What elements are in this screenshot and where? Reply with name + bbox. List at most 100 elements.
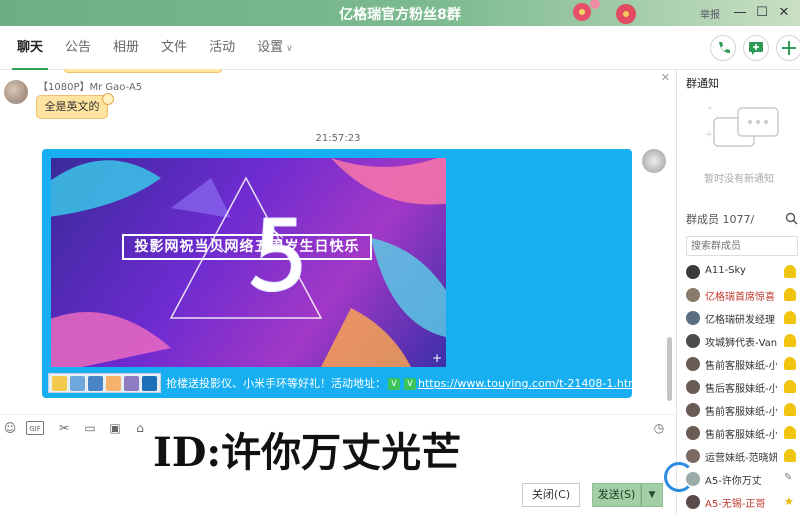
overlay-caption: ID:许你万丈光芒 (153, 429, 462, 476)
member-badge-icon (784, 265, 796, 278)
maximize-icon[interactable]: ☐ (752, 3, 772, 23)
window-title: 亿格瑞官方粉丝8群 (339, 7, 461, 23)
screen-icon[interactable]: ⌂ (133, 421, 147, 435)
member-badge-icon (784, 426, 796, 439)
close-button[interactable]: 关闭(C) (522, 483, 580, 507)
panel-divider (676, 70, 677, 514)
avatar (686, 380, 700, 394)
chat-area: ✕ 【1080P】Mr Gao-A5 全是英文的 21:57:23 + 投影网祝… (0, 69, 676, 409)
banner-caption: 投影网祝当贝网络五周岁生日快乐 (122, 234, 372, 260)
list-item[interactable]: 售前客服妹纸-小 (678, 399, 800, 422)
minimize-icon[interactable]: — (730, 3, 750, 23)
member-name: 售前客服妹纸-小 (705, 430, 777, 441)
member-name: A5-许你万丈 (705, 476, 762, 487)
avatar[interactable] (4, 80, 28, 104)
tab-album[interactable]: 相册 (102, 26, 150, 70)
favorite-icon[interactable] (142, 376, 157, 391)
phone-button[interactable] (710, 35, 736, 61)
send-button[interactable]: 发送(S) (592, 483, 641, 507)
more-button[interactable] (776, 35, 800, 61)
notice-text: 抢楼送投影仪、小米手环等好礼！活动地址： (166, 377, 386, 390)
avatar (686, 265, 700, 279)
list-item[interactable]: 攻城狮代表-Van (678, 330, 800, 353)
member-name: 亿格瑞首席惊喜 (705, 292, 775, 303)
image-quick-toolbar (48, 373, 161, 393)
member-name: 亿格瑞研发经理 (705, 315, 775, 326)
empty-notice-icon (706, 106, 779, 147)
search-icon[interactable] (785, 212, 798, 225)
bubble-decoration-icon (102, 93, 114, 105)
expand-icon[interactable]: + (432, 351, 442, 365)
image-icon[interactable]: ▣ (108, 421, 122, 435)
emoji-icon[interactable]: ☺ (3, 421, 17, 435)
member-badge-icon (784, 403, 796, 416)
avatar (686, 288, 700, 302)
message-notice: 抢楼送投影仪、小米手环等好礼！活动地址： V Vhttps://www.touyin… (166, 375, 642, 391)
history-clock-icon[interactable]: ◷ (652, 421, 666, 435)
member-badge-icon (784, 449, 796, 462)
promo-banner-image[interactable]: + (51, 158, 446, 367)
avatar (686, 495, 700, 509)
list-item[interactable]: 亿格瑞首席惊喜 (678, 284, 800, 307)
check-badge-icon: V (388, 378, 400, 390)
avatar (686, 403, 700, 417)
activity-link[interactable]: https://www.touying.com/t-21408-1.html (418, 377, 642, 390)
phone-icon (719, 42, 730, 53)
member-name: 售前客服妹纸-小 (705, 407, 777, 418)
chat-plus-button[interactable] (743, 35, 769, 61)
member-name: 攻城狮代表-Van (705, 338, 777, 349)
message-bubble: 全是英文的 (36, 95, 108, 119)
list-item[interactable]: 运营妹纸-范晓妍 (678, 445, 800, 468)
save-icon[interactable] (70, 376, 85, 391)
list-item[interactable]: 亿格瑞研发经理 (678, 307, 800, 330)
member-badge-icon (784, 288, 796, 301)
tab-chat[interactable]: 聊天 (6, 26, 54, 70)
avatar (686, 357, 700, 371)
list-item[interactable]: A5-许你万丈 ✎ (678, 468, 800, 491)
flower-decoration (566, 0, 600, 26)
tab-files[interactable]: 文件 (150, 26, 198, 70)
check-badge-icon: V (404, 378, 416, 390)
message-sender: 【1080P】Mr Gao-A5 (38, 82, 143, 93)
members-count: 1077/ (722, 213, 755, 226)
members-header: 群成员 1077/ (686, 211, 754, 227)
tab-bar: 聊天 公告 相册 文件 活动 设置 ∨ (0, 26, 800, 70)
members-label: 群成员 (686, 213, 719, 226)
tab-announcement[interactable]: 公告 (54, 26, 102, 70)
emoji-icon[interactable] (52, 376, 67, 391)
list-item[interactable]: 售后客服妹纸-小 (678, 376, 800, 399)
send-options-chevron-icon[interactable]: ▼ (641, 483, 663, 507)
member-badge-icon (784, 380, 796, 393)
list-item[interactable]: A5-无锡-正哥 ★ (678, 491, 800, 514)
list-item[interactable]: 售前客服妹纸-小 (678, 353, 800, 376)
avatar (686, 311, 700, 325)
folder-icon[interactable]: ▭ (83, 421, 97, 435)
report-link[interactable]: 举报 (700, 6, 720, 21)
edit-icon[interactable]: ✎ (784, 472, 796, 485)
member-list: A11-Sky 亿格瑞首席惊喜 亿格瑞研发经理 攻城狮代表-Van 售前客服妹纸… (678, 261, 800, 514)
notice-empty-text: 暂时没有新通知 (704, 174, 774, 185)
copy-icon[interactable] (88, 376, 103, 391)
scissors-icon[interactable]: ✂ (57, 421, 71, 435)
tab-settings[interactable]: 设置 ∨ (246, 26, 304, 70)
member-badge-icon (784, 334, 796, 347)
star-icon: ★ (784, 495, 794, 508)
title-bar: 亿格瑞官方粉丝8群 举报 — ☐ ✕ (0, 0, 800, 26)
magic-icon[interactable] (106, 376, 121, 391)
chat-scrollbar[interactable] (667, 337, 672, 401)
list-item[interactable]: 售前客服妹纸-小 (678, 422, 800, 445)
close-icon[interactable]: ✕ (774, 3, 794, 23)
chat-plus-icon (749, 42, 763, 55)
edit-icon[interactable] (124, 376, 139, 391)
avatar (686, 449, 700, 463)
tab-activities[interactable]: 活动 (198, 26, 246, 70)
message-timestamp: 21:57:23 (315, 133, 361, 144)
member-badge-icon (784, 357, 796, 370)
close-icon[interactable]: ✕ (661, 71, 670, 84)
member-name: A11-Sky (705, 265, 746, 276)
member-search-input[interactable] (686, 236, 798, 256)
list-item[interactable]: A11-Sky (678, 261, 800, 284)
gif-icon[interactable]: GIF (26, 421, 44, 435)
avatar[interactable] (642, 149, 666, 173)
avatar (686, 426, 700, 440)
